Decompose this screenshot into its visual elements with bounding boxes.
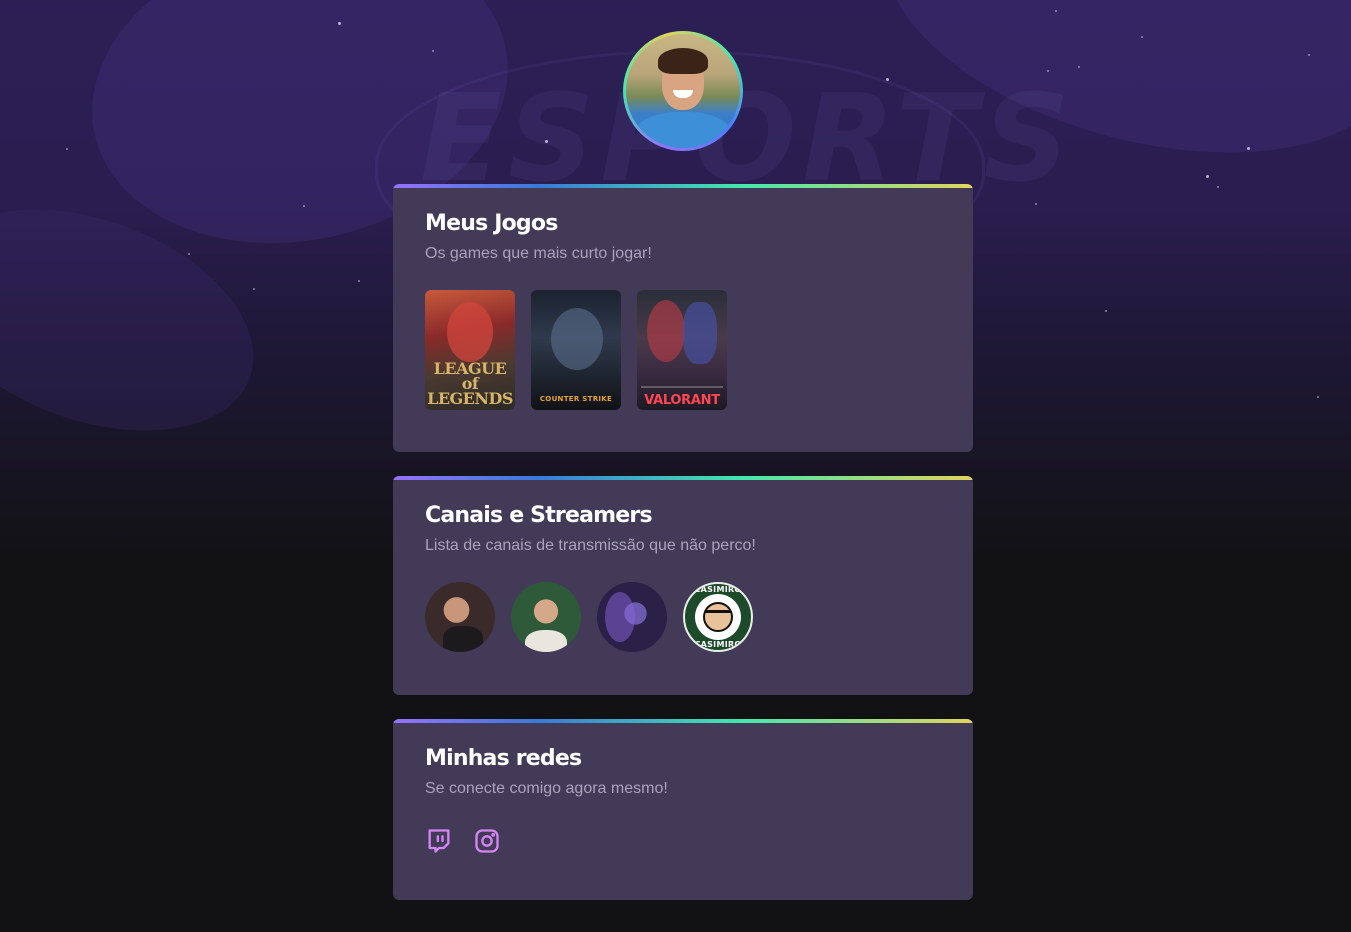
twitch-icon: [428, 829, 450, 853]
game-logo-text: LEAGUE of LEGENDS: [427, 359, 513, 408]
star: [1141, 36, 1143, 38]
star: [1206, 175, 1209, 178]
star: [1055, 10, 1057, 12]
games-title: Meus Jogos: [425, 211, 558, 236]
star: [188, 253, 190, 255]
streamer-avatar[interactable]: [597, 582, 667, 652]
profile-photo: [626, 34, 740, 148]
star: [1317, 396, 1319, 398]
instagram-icon: [475, 829, 499, 853]
streamers-title: Canais e Streamers: [425, 503, 653, 528]
streamers-card: Canais e Streamers Lista de canais de tr…: [393, 476, 973, 695]
social-title: Minhas redes: [425, 746, 582, 771]
casimiro-logo-text: CASIMIRO: [694, 640, 742, 649]
star: [545, 140, 548, 143]
star: [1047, 70, 1049, 72]
star: [1105, 310, 1107, 312]
games-list: LEAGUE of LEGENDS COUNTER STRIKE VALORAN…: [425, 290, 941, 410]
social-subtitle: Se conecte comigo agora mesmo!: [425, 780, 668, 797]
star: [432, 50, 434, 52]
game-valorant[interactable]: VALORANT: [637, 290, 727, 410]
game-league-of-legends[interactable]: LEAGUE of LEGENDS: [425, 290, 515, 410]
streamers-list: CASIMIRO CASIMIRO: [425, 582, 941, 652]
star: [66, 148, 68, 150]
star: [1035, 203, 1037, 205]
streamer-avatar[interactable]: [425, 582, 495, 652]
casimiro-logo-text: CASIMIRO: [694, 585, 742, 594]
social-links: [425, 827, 941, 855]
star: [358, 280, 360, 282]
games-card: Meus Jogos Os games que mais curto jogar…: [393, 184, 973, 452]
streamers-subtitle: Lista de canais de transmissão que não p…: [425, 537, 756, 554]
star: [1308, 54, 1310, 56]
twitch-link[interactable]: [425, 827, 453, 855]
profile-avatar: [623, 31, 743, 151]
instagram-link[interactable]: [473, 827, 501, 855]
star: [253, 288, 255, 290]
star: [886, 78, 889, 81]
streamer-avatar-casimiro[interactable]: CASIMIRO CASIMIRO: [683, 582, 753, 652]
star: [303, 205, 305, 207]
star: [1078, 66, 1080, 68]
game-logo-text: COUNTER STRIKE: [539, 395, 613, 403]
star: [338, 22, 341, 25]
streamer-avatar[interactable]: [511, 582, 581, 652]
star: [1217, 186, 1219, 188]
games-subtitle: Os games que mais curto jogar!: [425, 245, 652, 262]
game-counter-strike[interactable]: COUNTER STRIKE: [531, 290, 621, 410]
game-logo-text: VALORANT: [644, 393, 720, 408]
social-card: Minhas redes Se conecte comigo agora mes…: [393, 719, 973, 900]
star: [1247, 147, 1250, 150]
